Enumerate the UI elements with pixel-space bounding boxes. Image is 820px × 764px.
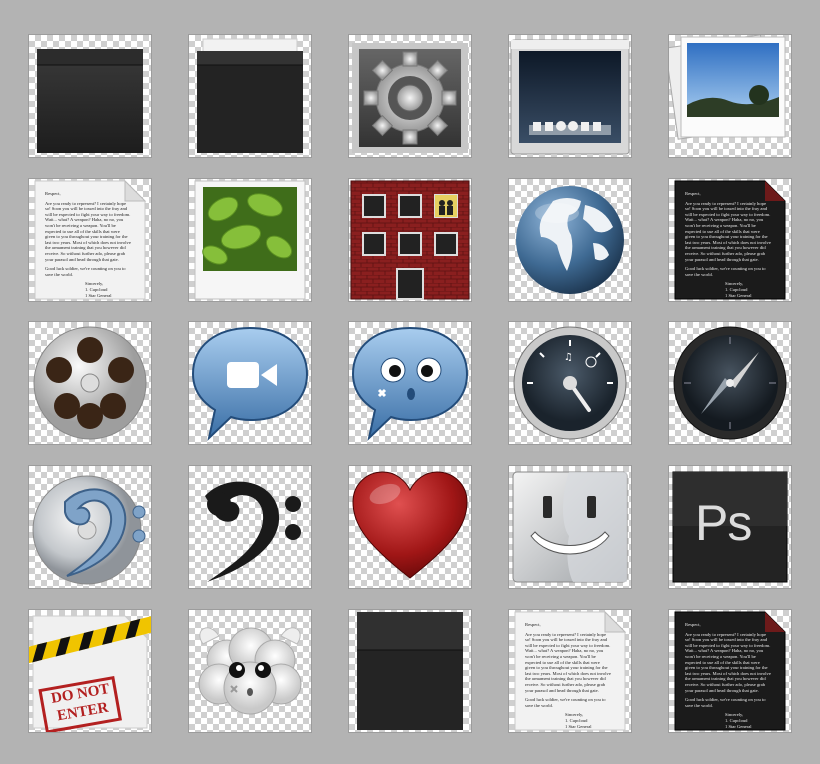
doc-body: Are you ready to represent? I certainly … <box>45 200 131 262</box>
icon-grid: Respect, Are you ready to represent? I c… <box>0 0 820 764</box>
do-not-enter-icon[interactable]: DO NOT ENTER <box>29 610 151 732</box>
finder-face-icon[interactable] <box>509 466 631 588</box>
winged-cloud-icon[interactable] <box>189 610 311 732</box>
desktop-screen-icon[interactable] <box>509 35 631 157</box>
doc-greeting: Respect, <box>685 622 701 627</box>
leaf-photo-icon[interactable] <box>189 179 311 301</box>
doc-closing: Good luck soldier, we're counting on you… <box>685 266 766 277</box>
gear-icon[interactable] <box>349 35 471 157</box>
svg-text:♫: ♫ <box>564 352 573 363</box>
black-document-icon[interactable]: Respect, Are you ready to represent? I c… <box>669 179 791 301</box>
black-document-icon[interactable]: Respect, Are you ready to represent? I c… <box>669 610 791 732</box>
black-box-icon[interactable] <box>29 35 151 157</box>
bass-clef-disc-icon[interactable] <box>29 466 151 588</box>
heart-icon[interactable] <box>349 466 471 588</box>
doc-title: 1 Star General <box>725 292 752 298</box>
video-chat-bubble-icon[interactable] <box>189 322 311 444</box>
doc-body: Are you ready to represent? I certainly … <box>685 631 771 693</box>
film-reel-icon[interactable] <box>29 322 151 444</box>
doc-closing: Good luck soldier, we're counting on you… <box>525 697 606 708</box>
doc-title: 1 Star General <box>85 292 112 298</box>
chat-face-bubble-icon[interactable] <box>349 322 471 444</box>
doc-title: 1 Star General <box>565 723 592 729</box>
doc-greeting: Respect, <box>685 191 701 196</box>
doc-closing: Good luck soldier, we're counting on you… <box>685 697 766 708</box>
doc-body: Are you ready to represent? I certainly … <box>525 631 611 693</box>
photoshop-icon[interactable]: Ps <box>669 466 791 588</box>
dashboard-gauge-icon[interactable]: ♫ <box>509 322 631 444</box>
compass-icon[interactable] <box>669 322 791 444</box>
bass-clef-icon[interactable] <box>189 466 311 588</box>
photoshop-label: Ps <box>695 495 752 551</box>
white-document-icon[interactable]: Respect, Are you ready to represent? I c… <box>29 179 151 301</box>
photos-icon[interactable] <box>669 35 791 157</box>
white-document-icon[interactable]: Respect, Are you ready to represent? I c… <box>509 610 631 732</box>
globe-icon[interactable] <box>509 179 631 301</box>
doc-greeting: Respect, <box>525 622 541 627</box>
black-box-front-icon[interactable] <box>349 610 471 732</box>
doc-greeting: Respect, <box>45 191 61 196</box>
open-black-box-icon[interactable] <box>189 35 311 157</box>
doc-title: 1 Star General <box>725 723 752 729</box>
doc-body: Are you ready to represent? I certainly … <box>685 200 771 262</box>
brick-building-icon[interactable] <box>349 179 471 301</box>
doc-closing: Good luck soldier, we're counting on you… <box>45 266 126 277</box>
